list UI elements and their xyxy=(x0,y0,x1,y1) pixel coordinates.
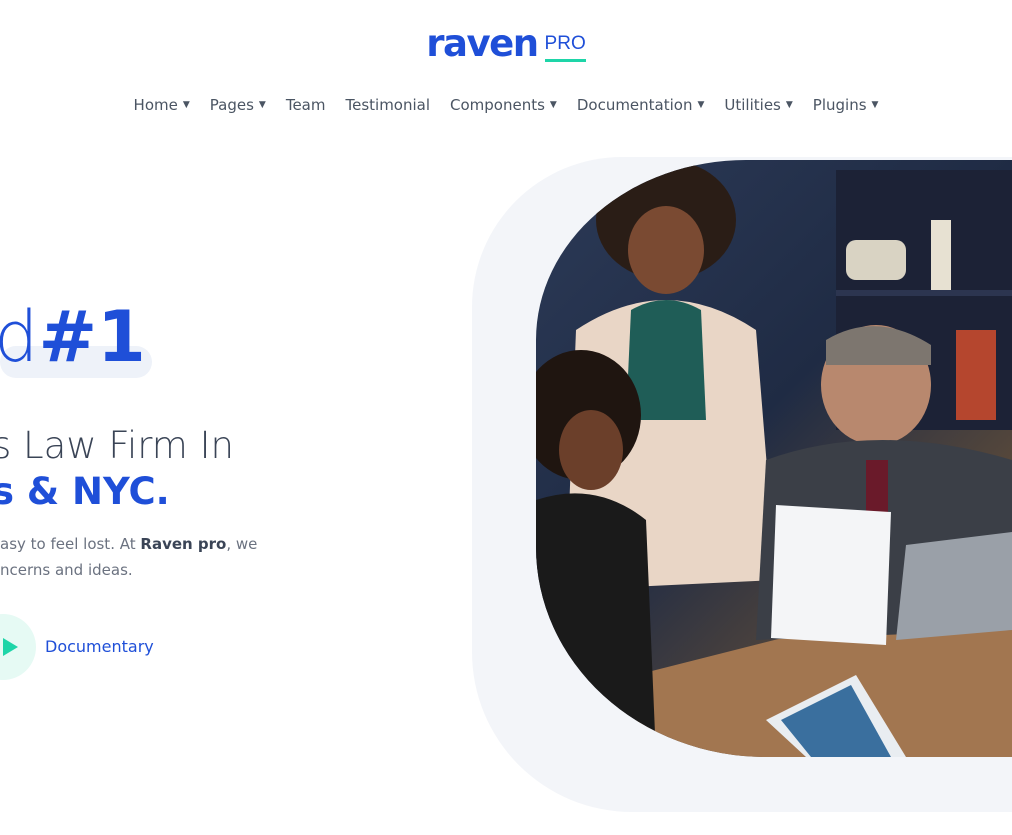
brand-suffix: PRO xyxy=(544,33,586,62)
paragraph-text: , we xyxy=(226,535,258,553)
caret-down-icon: ▼ xyxy=(549,100,557,110)
nav-item-pages[interactable]: Pages ▼ xyxy=(200,96,276,114)
nav-item-label: Documentation xyxy=(576,96,693,114)
caret-down-icon: ▼ xyxy=(697,100,705,110)
brand-name: raven xyxy=(426,22,539,65)
nav-item-documentation[interactable]: Documentation ▼ xyxy=(567,96,715,114)
nav-item-testimonial[interactable]: Testimonial xyxy=(335,96,440,114)
nav-item-utilities[interactable]: Utilities ▼ xyxy=(714,96,802,114)
documentary-link[interactable]: Documentary xyxy=(45,637,154,656)
paragraph-text: asy to feel lost. At xyxy=(0,535,141,553)
caret-down-icon: ▼ xyxy=(785,100,793,110)
business-meeting-photo xyxy=(536,160,1012,757)
nav-item-label: Team xyxy=(285,96,326,114)
hero-headline: d#1 xyxy=(0,302,146,372)
headline-bold-text: #1 xyxy=(38,296,146,378)
play-video-button[interactable] xyxy=(0,614,36,680)
caret-down-icon: ▼ xyxy=(182,100,190,110)
nav-item-label: Testimonial xyxy=(345,96,431,114)
headline-light-text: d xyxy=(0,296,39,378)
hero-paragraph: asy to feel lost. At Raven pro, we ncern… xyxy=(0,531,300,583)
main-nav: Home ▼ Pages ▼ Team Testimonial Components… xyxy=(0,96,1012,114)
nav-item-label: Plugins xyxy=(812,96,867,114)
paragraph-brand: Raven pro xyxy=(140,535,227,553)
nav-item-label: Home xyxy=(133,96,178,114)
nav-item-home[interactable]: Home ▼ xyxy=(124,96,200,114)
photo-illustration xyxy=(536,160,1012,757)
nav-item-label: Utilities xyxy=(724,96,781,114)
caret-down-icon: ▼ xyxy=(871,100,879,110)
caret-down-icon: ▼ xyxy=(258,100,266,110)
nav-item-label: Components xyxy=(450,96,545,114)
hero-subheading-line1: s Law Firm In xyxy=(0,424,234,467)
nav-item-label: Pages xyxy=(209,96,254,114)
nav-item-team[interactable]: Team xyxy=(276,96,336,114)
nav-item-components[interactable]: Components ▼ xyxy=(440,96,567,114)
nav-item-plugins[interactable]: Plugins ▼ xyxy=(803,96,889,114)
brand-logo[interactable]: raven PRO xyxy=(0,24,1012,64)
paragraph-text: ncerns and ideas. xyxy=(0,561,133,579)
hero-subheading-line2: s & NYC. xyxy=(0,470,170,513)
